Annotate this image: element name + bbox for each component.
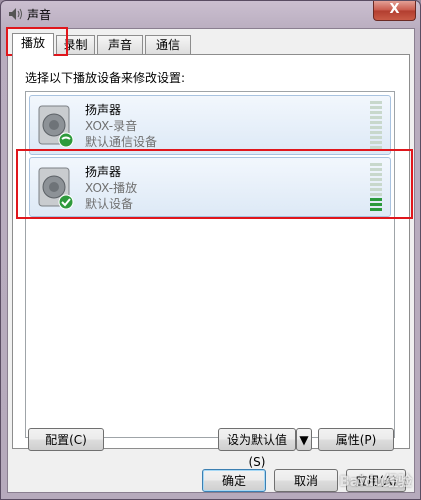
speaker-device-icon (38, 105, 74, 148)
window-title: 声音 (27, 8, 52, 22)
ok-button[interactable]: 确定 (202, 469, 266, 492)
properties-button[interactable]: 属性(P) (318, 428, 394, 451)
device-status: 默认通信设备 (85, 135, 158, 149)
button-label: 属性(P) (335, 433, 377, 447)
cancel-button[interactable]: 取消 (274, 469, 338, 492)
watermark-logo: Baidu经验 (339, 474, 412, 490)
sound-dialog: 声音 X 播放 录制 声音 通信 选择以下播放设备来修改设置: 扬声器 XOX-… (0, 0, 421, 500)
chevron-down-icon: ▼ (299, 433, 309, 447)
meter-segment (370, 126, 382, 129)
tab-sounds[interactable]: 声音 (97, 35, 143, 55)
device-list[interactable]: 扬声器 XOX-录音 默认通信设备 扬声器 XOX-播放 默认设备 (25, 91, 395, 438)
button-label: 配置(C) (45, 433, 87, 447)
speaker-icon (9, 8, 22, 20)
tab-panel: 选择以下播放设备来修改设置: 扬声器 XOX-录音 默认通信设备 扬声器 XOX… (12, 54, 410, 449)
close-icon: X (389, 2, 400, 17)
device-name: 扬声器 (85, 103, 122, 117)
meter-segment (370, 111, 382, 114)
tab-communications[interactable]: 通信 (145, 35, 191, 55)
highlight-box-device (16, 149, 413, 219)
meter-segment (370, 136, 382, 139)
close-button[interactable]: X (373, 1, 416, 21)
tab-playback[interactable]: 播放 (12, 33, 54, 56)
button-label: 设为默认值(S) (226, 433, 287, 469)
meter-segment (370, 106, 382, 109)
button-label: 取消 (293, 474, 318, 488)
tab-label: 声音 (107, 38, 132, 52)
meter-segment (370, 116, 382, 119)
tab-label: 播放 (20, 36, 45, 50)
set-default-button[interactable]: 设为默认值(S) (218, 428, 296, 469)
volume-meter (370, 101, 382, 151)
meter-segment (370, 121, 382, 124)
meter-segment (370, 141, 382, 144)
title-bar[interactable]: 声音 X (1, 1, 420, 27)
instruction-text: 选择以下播放设备来修改设置: (25, 71, 186, 85)
meter-segment (370, 101, 382, 104)
button-label: 确定 (221, 474, 246, 488)
set-default-dropdown[interactable]: ▼ (296, 428, 312, 451)
device-item[interactable]: 扬声器 XOX-录音 默认通信设备 (29, 95, 391, 155)
meter-segment (370, 131, 382, 134)
device-description: XOX-录音 (85, 119, 138, 133)
tab-label: 通信 (155, 38, 180, 52)
dialog-body: 播放 录制 声音 通信 选择以下播放设备来修改设置: 扬声器 XOX-录音 默认… (7, 28, 415, 493)
configure-button[interactable]: 配置(C) (28, 428, 104, 451)
